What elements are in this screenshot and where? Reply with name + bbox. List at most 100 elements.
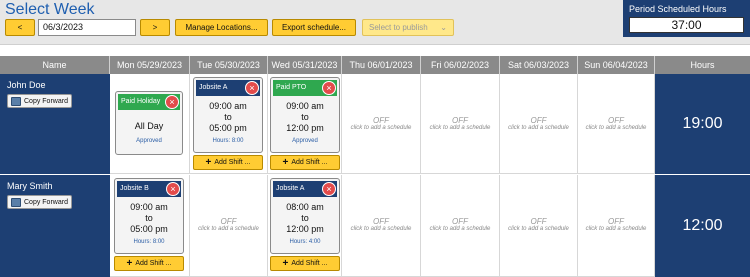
shift-to: to (301, 112, 309, 122)
off-hint: click to add a schedule (350, 226, 412, 232)
period-hours-label: Period Scheduled Hours (629, 4, 727, 14)
off-label: OFF (608, 116, 624, 125)
remove-icon[interactable]: × (166, 182, 180, 196)
off-placeholder: OFF click to add a schedule (500, 116, 577, 131)
card-note: Approved (292, 138, 318, 144)
card-header: Jobsite A × (273, 181, 337, 197)
add-shift-label: Add Shift ... (135, 260, 172, 267)
day-cell-wed[interactable]: Paid PTO × 09:00 am to 12:00 pm Approved… (268, 74, 342, 174)
off-placeholder: OFF click to add a schedule (421, 217, 499, 232)
schedule-card-jobsite-a[interactable]: Jobsite A × 08:00 am to 12:00 pm Hours: … (270, 178, 340, 254)
export-schedule-button[interactable]: Export schedule... (272, 19, 356, 36)
off-label: OFF (608, 217, 624, 226)
column-header-wed: Wed 05/31/2023 (268, 56, 342, 74)
day-cell-thu[interactable]: OFF click to add a schedule (342, 74, 421, 174)
day-cell-sun[interactable]: OFF click to add a schedule (578, 74, 655, 174)
card-title: Paid PTO (276, 84, 307, 91)
shift-to: to (145, 213, 153, 223)
schedule-card-jobsite-a[interactable]: Jobsite A × 09:00 am to 05:00 pm Hours: … (193, 77, 263, 153)
schedule-card-paid-pto[interactable]: Paid PTO × 09:00 am to 12:00 pm Approved (270, 77, 340, 153)
add-shift-button[interactable]: + Add Shift ... (114, 256, 184, 271)
shift-end: 12:00 pm (286, 224, 324, 234)
off-hint: click to add a schedule (429, 125, 491, 131)
column-header-sun: Sun 06/04/2023 (578, 56, 655, 74)
card-title: Jobsite B (120, 185, 149, 192)
off-label: OFF (373, 217, 389, 226)
remove-icon[interactable]: × (165, 95, 179, 109)
card-header: Paid PTO × (273, 80, 337, 96)
off-label: OFF (452, 116, 468, 125)
shift-start: 08:00 am (286, 202, 324, 212)
card-line: All Day (134, 121, 164, 131)
period-hours-panel: Period Scheduled Hours 37:00 (623, 0, 750, 37)
day-cell-wed[interactable]: Jobsite A × 08:00 am to 12:00 pm Hours: … (268, 175, 342, 277)
off-placeholder: OFF click to add a schedule (190, 217, 267, 232)
copy-forward-label: Copy Forward (24, 198, 68, 206)
day-cell-tue[interactable]: Jobsite A × 09:00 am to 05:00 pm Hours: … (190, 74, 268, 174)
day-cell-thu[interactable]: OFF click to add a schedule (342, 175, 421, 277)
shift-end: 05:00 pm (130, 224, 168, 234)
off-label: OFF (220, 217, 237, 226)
shift-end: 05:00 pm (209, 123, 247, 133)
publish-select[interactable]: Select to publish ⌄ (362, 19, 454, 36)
off-label: OFF (373, 116, 389, 125)
shift-to: to (224, 112, 232, 122)
total-hours: 19:00 (655, 74, 750, 174)
column-header-thu: Thu 06/01/2023 (342, 56, 421, 74)
schedule-app: Select Week < 06/3/2023 > Manage Locatio… (0, 0, 750, 277)
off-placeholder: OFF click to add a schedule (421, 116, 499, 131)
card-note: Hours: 4:00 (289, 239, 321, 245)
copy-forward-button[interactable]: Copy Forward (7, 94, 72, 108)
day-cell-fri[interactable]: OFF click to add a schedule (421, 175, 500, 277)
copy-forward-button[interactable]: Copy Forward (7, 195, 72, 209)
shift-start: 09:00 am (130, 202, 168, 212)
remove-icon[interactable]: × (322, 81, 336, 95)
day-cell-sun[interactable]: OFF click to add a schedule (578, 175, 655, 277)
previous-week-button[interactable]: < (5, 19, 35, 36)
next-week-button[interactable]: > (140, 19, 170, 36)
off-hint: click to add a schedule (350, 125, 412, 131)
day-cell-tue[interactable]: OFF click to add a schedule (190, 175, 268, 277)
week-date-input[interactable]: 06/3/2023 (38, 19, 136, 36)
off-label: OFF (530, 217, 547, 226)
day-cell-fri[interactable]: OFF click to add a schedule (421, 74, 500, 174)
off-placeholder: OFF click to add a schedule (500, 217, 577, 232)
plus-icon: + (205, 156, 212, 168)
off-label: OFF (530, 116, 547, 125)
off-hint: click to add a schedule (508, 125, 569, 131)
chevron-down-icon: ⌄ (440, 23, 447, 32)
day-cell-mon[interactable]: Paid Holiday × All Day Approved (110, 74, 190, 174)
shift-end: 12:00 pm (286, 123, 324, 133)
shift-start: 09:00 am (209, 101, 247, 111)
add-shift-button[interactable]: + Add Shift ... (270, 155, 340, 170)
schedule-card-jobsite-b[interactable]: Jobsite B × 09:00 am to 05:00 pm Hours: … (114, 178, 184, 254)
add-shift-button[interactable]: + Add Shift ... (193, 155, 263, 170)
schedule-card-paid-holiday[interactable]: Paid Holiday × All Day Approved (115, 91, 183, 155)
page-title: Select Week (5, 1, 95, 18)
add-shift-button[interactable]: + Add Shift ... (270, 256, 340, 271)
column-header-sat: Sat 06/03/2023 (500, 56, 578, 74)
card-header: Jobsite A × (196, 80, 260, 96)
remove-icon[interactable]: × (322, 182, 336, 196)
card-title: Paid Holiday (121, 98, 161, 105)
remove-icon[interactable]: × (245, 81, 259, 95)
off-placeholder: OFF click to add a schedule (342, 116, 420, 131)
add-shift-label: Add Shift ... (291, 159, 328, 166)
day-cell-mon[interactable]: Jobsite B × 09:00 am to 05:00 pm Hours: … (110, 175, 190, 277)
column-header-fri: Fri 06/02/2023 (421, 56, 500, 74)
shift-to: to (301, 213, 309, 223)
manage-locations-button[interactable]: Manage Locations... (175, 19, 268, 36)
period-hours-value: 37:00 (629, 17, 744, 33)
off-label: OFF (452, 217, 468, 226)
schedule-grid: Name Mon 05/29/2023 Tue 05/30/2023 Wed 0… (0, 56, 750, 277)
card-title: Jobsite A (276, 185, 305, 192)
card-note: Hours: 8:00 (212, 138, 244, 144)
plus-icon: + (126, 257, 133, 269)
card-header: Paid Holiday × (118, 94, 180, 110)
off-hint: click to add a schedule (585, 226, 647, 232)
day-cell-sat[interactable]: OFF click to add a schedule (500, 175, 578, 277)
off-hint: click to add a schedule (198, 226, 259, 232)
day-cell-sat[interactable]: OFF click to add a schedule (500, 74, 578, 174)
copy-forward-label: Copy Forward (24, 97, 68, 105)
card-note: Approved (136, 138, 162, 144)
